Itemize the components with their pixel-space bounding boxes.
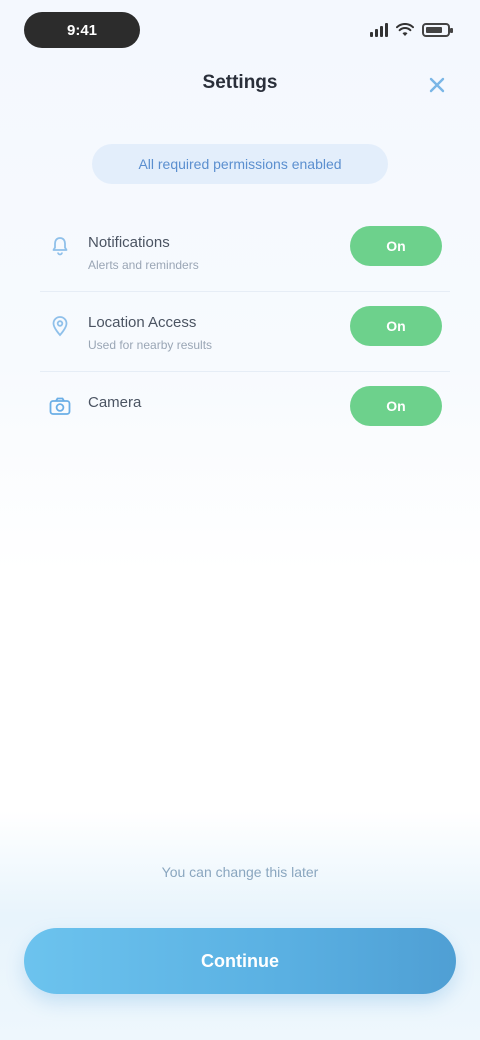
list-item-camera[interactable]: Camera On [40, 372, 450, 452]
status-time: 9:41 [24, 12, 140, 48]
status-chip[interactable]: On [350, 226, 442, 266]
status-bar: 9:41 [0, 0, 480, 60]
status-chip[interactable]: On [350, 306, 442, 346]
item-subtitle: Used for nearby results [88, 338, 213, 352]
item-label: Notifications [88, 234, 170, 251]
item-label: Location Access [88, 314, 197, 331]
header: Settings [0, 60, 480, 110]
permission-list: Notifications Alerts and reminders On Lo… [40, 212, 450, 452]
page-title: Settings [202, 72, 278, 93]
bell-icon [48, 234, 72, 258]
battery-icon [422, 23, 453, 37]
continue-button[interactable]: Continue [24, 928, 456, 994]
footer-hint: You can change this later [161, 864, 319, 880]
item-label: Camera [88, 394, 142, 411]
item-subtitle: Alerts and reminders [88, 258, 199, 272]
signal-icon [370, 23, 388, 37]
list-item-notifications[interactable]: Notifications Alerts and reminders On [40, 212, 450, 292]
camera-icon [48, 394, 72, 418]
status-chip[interactable]: On [350, 386, 442, 426]
close-icon [429, 77, 445, 93]
wifi-icon [396, 23, 414, 36]
status-icons [370, 20, 453, 40]
app-screen: 9:41 Settings All required permissions e… [0, 0, 480, 1040]
close-button[interactable] [420, 68, 454, 102]
location-icon [48, 314, 72, 338]
summary-banner: All required permissions enabled [92, 144, 388, 184]
list-item-location[interactable]: Location Access Used for nearby results … [40, 292, 450, 372]
